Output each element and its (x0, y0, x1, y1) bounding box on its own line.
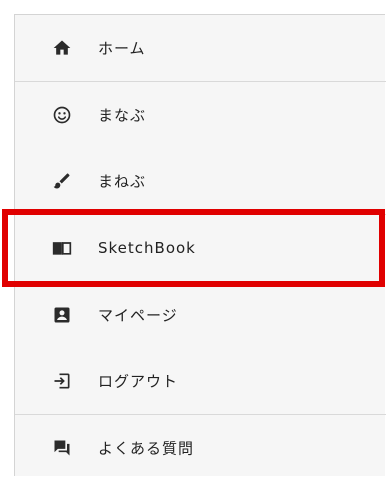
home-icon (52, 38, 72, 58)
menu-item-home[interactable]: ホーム (15, 15, 386, 81)
chat-bubbles-icon (52, 438, 72, 458)
account-box-icon (52, 305, 72, 325)
smiley-icon (52, 105, 72, 125)
menu-item-learn[interactable]: まなぶ (15, 82, 386, 148)
menu-item-logout[interactable]: ログアウト (15, 348, 386, 414)
logout-icon (52, 371, 72, 391)
menu-item-label: マイページ (98, 306, 178, 325)
menu-item-label: ログアウト (98, 372, 179, 391)
menu-item-mypage[interactable]: マイページ (15, 282, 386, 348)
brush-icon (52, 171, 72, 191)
menu-item-imitate[interactable]: まねぶ (15, 148, 386, 214)
menu-item-faq[interactable]: よくある質問 (15, 415, 386, 481)
menu-item-label: よくある質問 (98, 439, 195, 458)
menu-item-label: ホーム (98, 39, 146, 58)
menu-item-label: まねぶ (98, 172, 147, 191)
sketchbook-highlight-frame (2, 209, 385, 287)
menu-item-label: まなぶ (98, 106, 147, 125)
